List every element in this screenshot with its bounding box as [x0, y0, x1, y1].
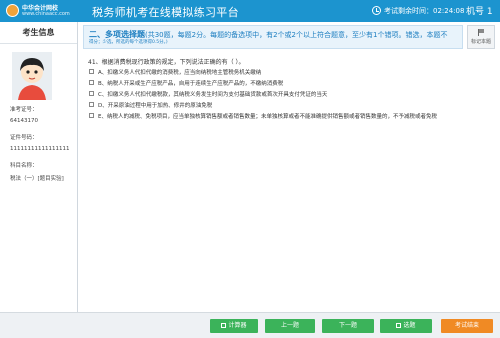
prev-question-label: 上一题	[280, 322, 299, 329]
checkbox[interactable]	[89, 91, 94, 96]
question-type-desc: 得分；少选，所选的每个选项得0.5分。)	[89, 40, 168, 45]
calculator-label: 计算器	[228, 322, 247, 329]
bottom-toolbar: 计算器 上一题 下一题 选题 考试结束	[0, 312, 500, 338]
avatar-icon	[12, 52, 52, 100]
end-exam-label: 考试结束	[454, 322, 479, 329]
exam-timer: 考试剩余时间：02:24:08	[372, 6, 464, 16]
avatar	[12, 52, 52, 100]
timer-value: 02:24:08	[433, 7, 465, 15]
next-question-button[interactable]: 下一题	[322, 319, 374, 333]
ticket-number: 64143170	[10, 118, 38, 124]
question-type-header: 二、多项选择题(共30题，每题2分。每题的备选项中，有2个或2个以上符合题意，至…	[83, 25, 463, 49]
next-question-label: 下一题	[338, 322, 357, 329]
option-label: C、扣缴义务人代扣代缴税款，其纳税义务发生时间为支付基础货款或首次开具支付凭证的…	[98, 92, 328, 98]
flag-icon	[477, 29, 485, 36]
option-label: B、纳税人开采或生产应税产品，自用于连续生产应税产品的，不缴纳消费税	[98, 81, 284, 87]
clock-icon	[372, 6, 381, 15]
question-type-title: 二、多项选择题	[89, 30, 145, 39]
candidate-panel-title: 考生信息	[0, 22, 77, 44]
id-number: 11111111111111111	[10, 146, 70, 152]
select-question-label: 选题	[403, 322, 416, 329]
checkbox[interactable]	[89, 102, 94, 107]
option-label: D、开采原油过程中用于加热、修井的原油免税	[98, 103, 213, 109]
subject-name: 税法（一）[题目实验]	[10, 176, 64, 182]
logo-url: www.chinaacc.com	[22, 11, 70, 17]
ticket-label: 准考证号：	[10, 107, 38, 113]
grid-icon	[396, 323, 402, 328]
end-exam-button[interactable]: 考试结束	[441, 319, 493, 333]
option-label: A、扣缴义务人代扣代缴的消费税，应当向纳税地主管税务机关缴纳	[98, 70, 262, 76]
question-area: 二、多项选择题(共30题，每题2分。每题的备选项中，有2个或2个以上符合题意，至…	[83, 25, 495, 310]
subject-label: 科目名称：	[10, 163, 38, 169]
logo-mark-icon	[6, 4, 19, 17]
top-bar: 中华会计网校 www.chinaacc.com 税务师机考在线模拟练习平台 考试…	[0, 0, 500, 22]
machine-number: 机号 1	[466, 7, 493, 17]
app-title: 税务师机考在线模拟练习平台	[92, 6, 239, 19]
calculator-icon	[221, 323, 227, 328]
mark-question-button[interactable]: 标记本题	[467, 25, 495, 49]
question-stem: 41、根据消费税现行政策的规定，下列说法正确的有（ ）。	[88, 59, 245, 66]
checkbox[interactable]	[89, 80, 94, 85]
prev-question-button[interactable]: 上一题	[265, 319, 315, 333]
select-question-button[interactable]: 选题	[380, 319, 432, 333]
candidate-panel: 考生信息 准考证号： 64143170 证件号码： 11111111111111…	[0, 22, 78, 312]
option-label: E、纳税人的减税、免税项目，应当单独核算销售额或者销售数量；未单独核算或者不能准…	[98, 114, 437, 120]
checkbox[interactable]	[89, 69, 94, 74]
calculator-button[interactable]: 计算器	[210, 319, 258, 333]
checkbox[interactable]	[89, 113, 94, 118]
mark-question-label: 标记本题	[470, 39, 491, 45]
id-label: 证件号码：	[10, 135, 38, 141]
logo: 中华会计网校 www.chinaacc.com	[6, 3, 78, 19]
question-type-meta: (共30题，每题2分。每题的备选项中，有2个或2个以上符合题意，至少有1个错项。…	[145, 31, 448, 39]
timer-label: 考试剩余时间：	[384, 7, 433, 15]
